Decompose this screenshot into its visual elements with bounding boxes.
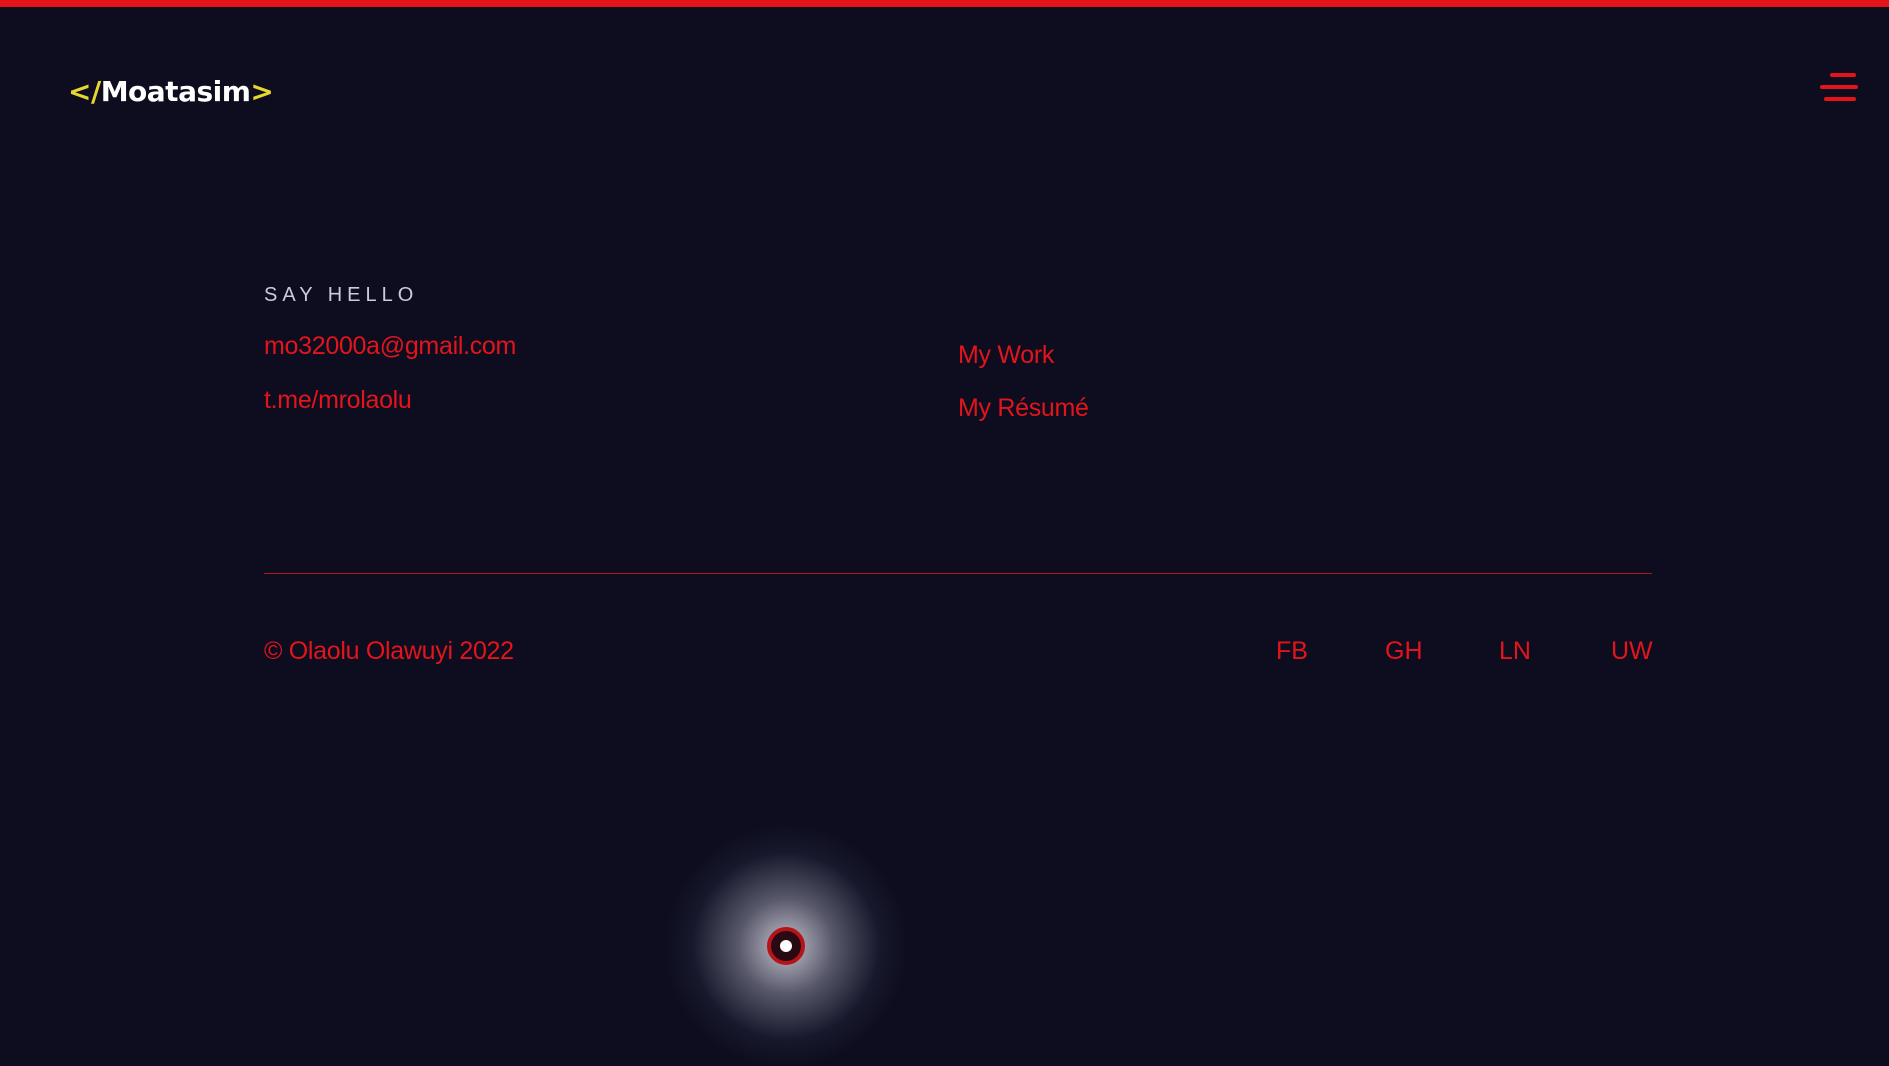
linkedin-link[interactable]: LN: [1499, 636, 1531, 666]
upwork-link[interactable]: UW: [1611, 636, 1653, 666]
say-hello-heading: SAY HELLO: [264, 284, 419, 306]
logo-close-bracket: >: [250, 75, 274, 108]
facebook-link[interactable]: FB: [1276, 636, 1308, 666]
menu-line-top: [1830, 73, 1856, 77]
copyright-text: © Olaolu Olawuyi 2022: [264, 637, 514, 665]
custom-cursor-icon: [767, 927, 805, 965]
hamburger-menu-icon[interactable]: [1818, 70, 1858, 104]
footer-divider: [264, 573, 1652, 574]
menu-line-middle: [1820, 85, 1858, 89]
menu-line-bottom: [1824, 97, 1856, 101]
logo-name: Moatasim: [100, 75, 251, 108]
logo-open-bracket: </: [68, 75, 101, 108]
telegram-link[interactable]: t.me/mrolaolu: [264, 385, 412, 415]
top-accent-bar: [0, 0, 1889, 7]
github-link[interactable]: GH: [1385, 636, 1423, 666]
site-logo[interactable]: </Moatasim>: [68, 72, 274, 112]
email-link[interactable]: mo32000a@gmail.com: [264, 331, 516, 361]
my-resume-link[interactable]: My Résumé: [958, 393, 1089, 423]
my-work-link[interactable]: My Work: [958, 340, 1054, 370]
